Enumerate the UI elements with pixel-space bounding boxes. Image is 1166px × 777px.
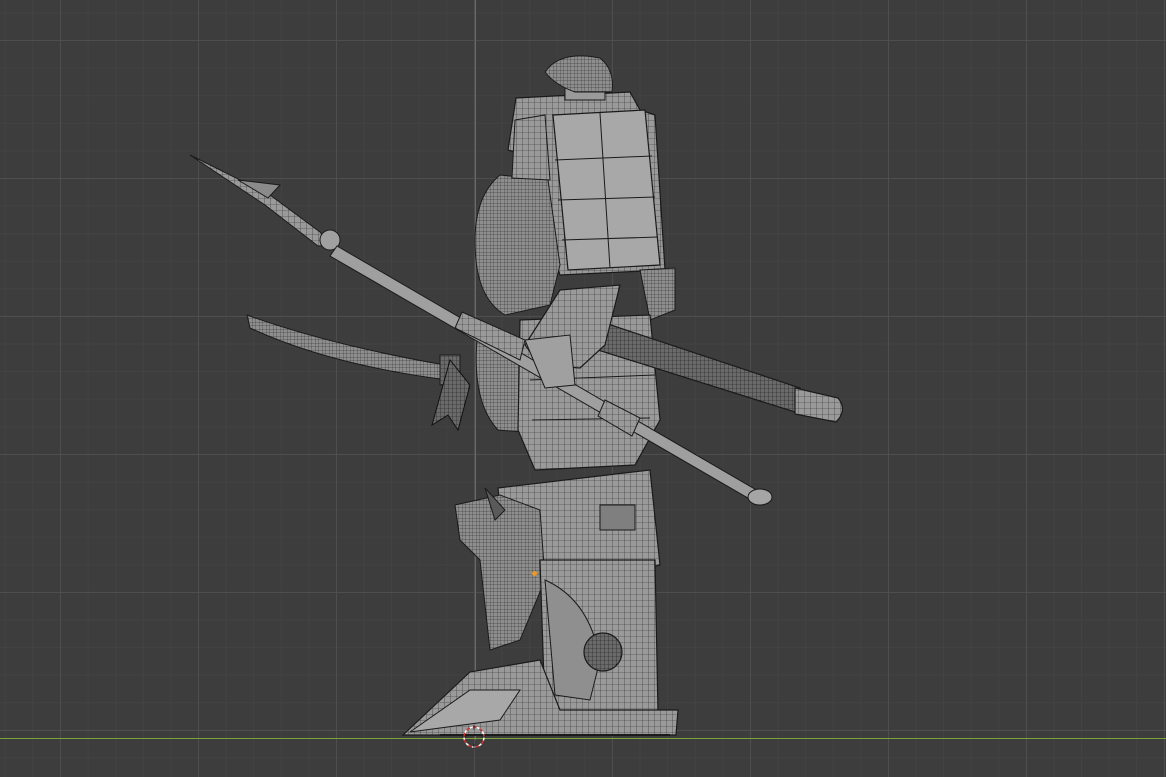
leg-front-detail: [454, 487, 546, 651]
lower-leg[interactable]: [539, 559, 659, 713]
3d-cursor-icon[interactable]: [462, 725, 486, 749]
mech-model[interactable]: [0, 0, 1166, 777]
shoulder-pad: [639, 267, 676, 321]
object-origin-icon: [532, 571, 537, 576]
chest-armor[interactable]: [474, 114, 561, 316]
3d-viewport[interactable]: [0, 0, 1166, 777]
helmet-crest: [544, 55, 613, 93]
sword[interactable]: [246, 314, 461, 386]
